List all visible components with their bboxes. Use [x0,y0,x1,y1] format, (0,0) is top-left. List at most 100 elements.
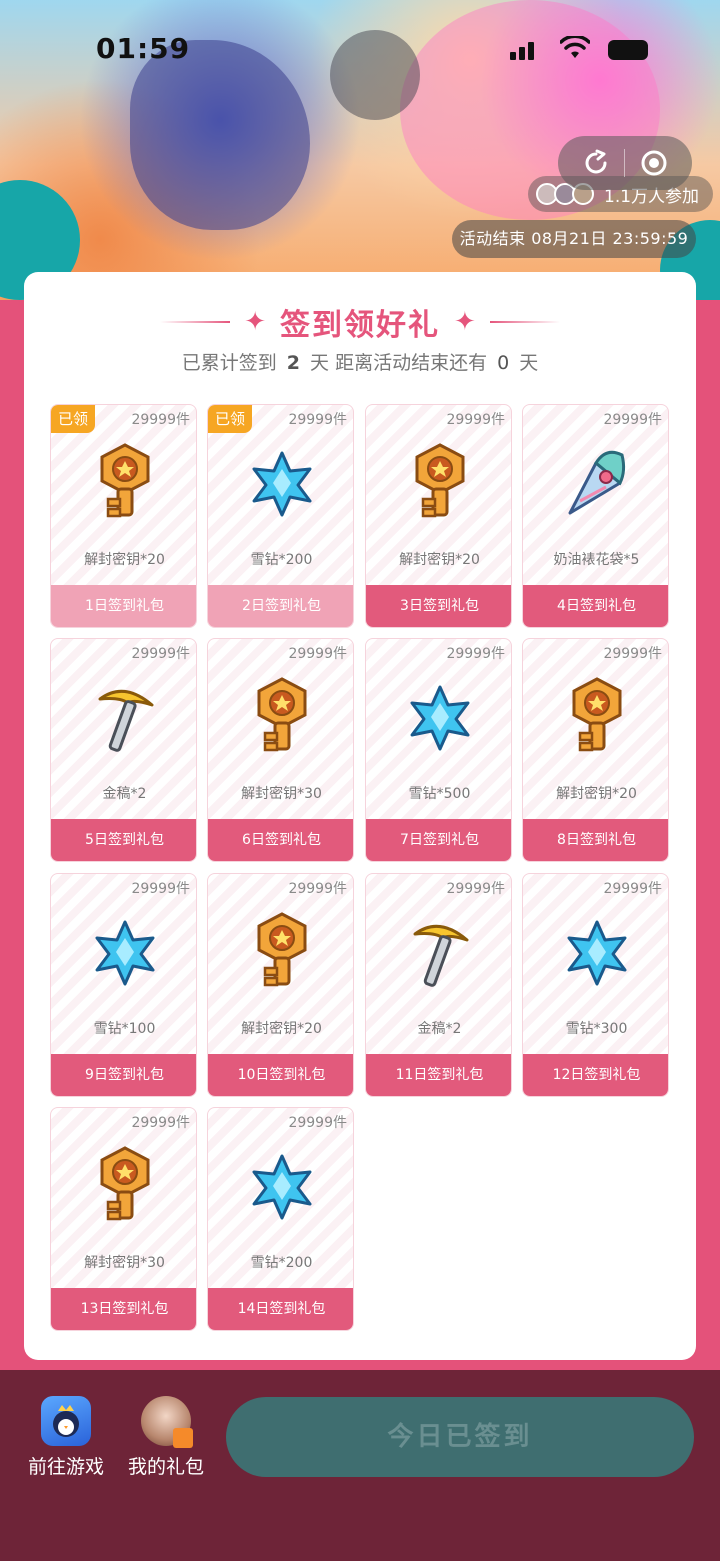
reward-day-label[interactable]: 7日签到礼包 [366,819,511,861]
reward-day-label[interactable]: 2日签到礼包 [208,585,353,627]
reward-tile[interactable]: 29999件金稿*2 5日签到礼包 [50,638,197,862]
reward-day-label[interactable]: 6日签到礼包 [208,819,353,861]
reward-name: 雪钻*500 [408,786,471,802]
pickaxe-icon [94,677,156,757]
share-icon[interactable] [581,148,611,178]
progress-prefix: 已累计签到 [181,352,277,374]
reward-name: 解封密钥*20 [556,786,637,802]
status-bar: 01:59 [0,28,720,72]
key-icon [251,677,313,757]
reward-tile[interactable]: 29999件解封密钥*20 3日签到礼包 [365,404,512,628]
reward-day-label[interactable]: 4日签到礼包 [523,585,668,627]
reward-name: 解封密钥*30 [241,786,322,802]
claimed-badge: 已领 [208,405,252,433]
close-target-icon[interactable] [639,148,669,178]
reward-day-label[interactable]: 8日签到礼包 [523,819,668,861]
key-icon [94,1146,156,1226]
reward-name: 雪钻*200 [250,1255,313,1271]
reward-tile[interactable]: 29999件雪钻*100 9日签到礼包 [50,873,197,1097]
game-app-icon[interactable] [41,1396,91,1446]
reward-tile[interactable]: 29999件 雪钻*300 12日签到礼包 [522,873,669,1097]
reward-day-label[interactable]: 9日签到礼包 [51,1054,196,1096]
reward-name: 雪钻*100 [93,1021,156,1037]
key-icon [94,443,156,523]
go-game-label: 前往游戏 [27,1456,104,1478]
signin-card: ✦ 签到领好礼 ✦ 已累计签到 2 天 距离活动结束还有 0 天 已领 29999… [24,272,696,1360]
reward-stock: 29999件 [603,881,662,897]
reward-stock: 29999件 [446,412,505,428]
piping-bag-icon [566,443,628,523]
reward-tile[interactable]: 29999件雪钻*200 14日签到礼包 [207,1107,354,1331]
reward-name: 解封密钥*20 [241,1021,322,1037]
capsule-divider [624,149,626,177]
reward-tile[interactable]: 29999件解封密钥*30 13日签到礼包 [50,1107,197,1331]
status-time: 01:59 [96,32,191,65]
pickaxe-icon [409,912,471,992]
reward-tile[interactable]: 29999件解封密钥*30 6日签到礼包 [207,638,354,862]
reward-name: 解封密钥*20 [399,552,480,568]
reward-day-label[interactable]: 12日签到礼包 [523,1054,668,1096]
progress-suffix: 天 [519,352,539,374]
mini-program-capsule [558,136,692,190]
key-icon [409,443,471,523]
reward-day-label[interactable]: 1日签到礼包 [51,585,196,627]
reward-stock: 29999件 [131,412,190,428]
reward-stock: 29999件 [603,412,662,428]
card-title-row: ✦ 签到领好礼 ✦ [24,302,696,343]
reward-stock: 29999件 [603,646,662,662]
sparkle-icon: ✦ [454,307,476,337]
reward-day-label[interactable]: 5日签到礼包 [51,819,196,861]
gift-avatar-icon[interactable] [141,1396,193,1448]
reward-day-label[interactable]: 11日签到礼包 [366,1054,511,1096]
progress-mid: 天 距离活动结束还有 [310,352,488,374]
reward-tile[interactable]: 29999件解封密钥*20 10日签到礼包 [207,873,354,1097]
reward-day-label[interactable]: 10日签到礼包 [208,1054,353,1096]
snow-diamond-icon [94,912,156,992]
reward-stock: 29999件 [288,881,347,897]
reward-tile[interactable]: 已领 29999件解封密钥*20 1日签到礼包 [50,404,197,628]
my-gifts-label: 我的礼包 [127,1456,204,1478]
title-divider [160,321,231,323]
reward-stock: 29999件 [446,646,505,662]
reward-stock: 29999件 [131,881,190,897]
my-gifts-shortcut[interactable]: 我的礼包 [121,1396,211,1479]
reward-day-label[interactable]: 14日签到礼包 [208,1288,353,1330]
reward-stock: 29999件 [288,646,347,662]
snow-diamond-icon [251,443,313,523]
key-icon [251,912,313,992]
reward-name: 雪钻*200 [250,552,313,568]
reward-name: 解封密钥*30 [84,1255,165,1271]
reward-stock: 29999件 [288,412,347,428]
card-title: 签到领好礼 [280,308,440,343]
signed-today-button[interactable]: 今日已签到 [226,1397,694,1477]
reward-tile[interactable]: 29999件金稿*2 11日签到礼包 [365,873,512,1097]
battery-icon [608,40,648,60]
event-banner: 01:59 1.1万人参加 活动结束 08月21日 23:59:59 [0,0,720,300]
signal-icon [510,40,540,60]
wifi-icon [560,36,590,58]
days-left: 0 [497,352,510,374]
event-end-time: 活动结束 08月21日 23:59:59 [452,220,696,258]
signin-progress: 已累计签到 2 天 距离活动结束还有 0 天 [24,348,696,375]
bottom-bar: 前往游戏 我的礼包 今日已签到 [0,1370,720,1561]
reward-name: 解封密钥*20 [84,552,165,568]
snow-diamond-icon [566,912,628,992]
reward-day-label[interactable]: 13日签到礼包 [51,1288,196,1330]
gift-icon [173,1428,193,1448]
reward-stock: 29999件 [131,1115,190,1131]
reward-stock: 29999件 [131,646,190,662]
reward-name: 金稿*2 [417,1021,462,1037]
snow-diamond-icon [251,1146,313,1226]
reward-name: 金稿*2 [102,786,147,802]
reward-tile[interactable]: 29999件解封密钥*20 8日签到礼包 [522,638,669,862]
reward-tile[interactable]: 29999件 奶油裱花袋*5 4日签到礼包 [522,404,669,628]
reward-tile[interactable]: 29999件雪钻*500 7日签到礼包 [365,638,512,862]
reward-day-label[interactable]: 3日签到礼包 [366,585,511,627]
claimed-badge: 已领 [51,405,95,433]
reward-stock: 29999件 [446,881,505,897]
reward-tile[interactable]: 已领 29999件雪钻*200 2日签到礼包 [207,404,354,628]
go-game-shortcut[interactable]: 前往游戏 [21,1396,111,1479]
reward-stock: 29999件 [288,1115,347,1131]
title-divider [489,321,560,323]
key-icon [566,677,628,757]
